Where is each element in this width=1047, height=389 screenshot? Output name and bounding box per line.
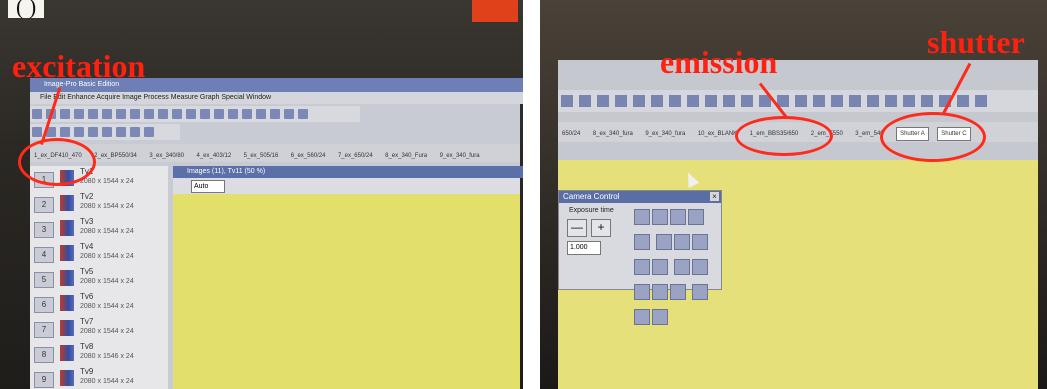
list-item[interactable]: 9 Tv9 2080 x 1544 x 24	[30, 366, 162, 389]
list-item[interactable]: 3 Tv3 2080 x 1544 x 24	[30, 216, 162, 242]
item-size: 2080 x 1544 x 24	[80, 303, 134, 310]
thumbnail	[60, 245, 74, 261]
emission-label: emission	[660, 44, 778, 80]
item-name: Tv2	[80, 192, 94, 201]
camera-control-buttons[interactable]	[633, 207, 717, 325]
item-number: 7	[34, 322, 54, 338]
zoom-select[interactable]: Auto	[191, 180, 225, 193]
item-size: 2080 x 1544 x 24	[80, 228, 134, 235]
tab-filter[interactable]: 6_ex_560/24	[287, 147, 330, 165]
exposure-input[interactable]: 1.000	[567, 241, 601, 255]
top-caption: ( )	[8, 0, 45, 18]
item-size: 2080 x 1544 x 24	[80, 328, 134, 335]
list-item[interactable]: 4 Tv4 2080 x 1544 x 24	[30, 241, 162, 267]
item-size: 2080 x 1544 x 24	[80, 278, 134, 285]
image-window[interactable]: Images (11), Tv11 (50 %) Auto	[173, 166, 523, 389]
shutter-label: shutter	[927, 24, 1025, 60]
list-item[interactable]: 7 Tv7 2080 x 1544 x 24	[30, 316, 162, 342]
item-number: 3	[34, 222, 54, 238]
red-marker	[472, 0, 518, 22]
thumbnail	[60, 295, 74, 311]
main-toolbar[interactable]	[30, 106, 360, 122]
item-number: 2	[34, 197, 54, 213]
camera-panel-title: Camera Control	[559, 191, 721, 203]
item-number: 8	[34, 347, 54, 363]
item-size: 2080 x 1544 x 24	[80, 178, 134, 185]
tab-filter[interactable]: 5_ex_505/16	[240, 147, 283, 165]
item-size: 2080 x 1544 x 24	[80, 253, 134, 260]
item-number: 6	[34, 297, 54, 313]
tab-filter[interactable]: 8_ex_340_Fura	[381, 147, 431, 165]
list-item[interactable]: 8 Tv8 2080 x 1546 x 24	[30, 341, 162, 367]
thumbnail	[60, 320, 74, 336]
tab-filter[interactable]: 4_ex_403/12	[192, 147, 235, 165]
tab-filter[interactable]: 8_ex_340_fura	[589, 125, 637, 143]
shutter-highlight-ellipse	[880, 112, 986, 162]
thumbnail	[60, 345, 74, 361]
left-monitor-photo: ( ) Image-Pro Basic Edition File Edit En…	[0, 0, 523, 389]
item-number: 4	[34, 247, 54, 263]
item-number: 5	[34, 272, 54, 288]
item-name: Tv8	[80, 342, 94, 351]
tab-filter[interactable]: 650/24	[558, 125, 584, 143]
tab-filter[interactable]: 9_ex_340_fura	[641, 125, 689, 143]
right-screen: 650/24 8_ex_340_fura 9_ex_340_fura 10_ex…	[558, 60, 1038, 389]
item-name: Tv4	[80, 242, 94, 251]
thumbnail	[60, 220, 74, 236]
image-window-title: Images (11), Tv11 (50 %)	[173, 166, 523, 178]
item-number: 9	[34, 372, 54, 388]
image-list-sidebar[interactable]: 1 Tv1 2080 x 1544 x 24 2 Tv2 2080 x 1544…	[30, 166, 168, 389]
tab-filter[interactable]: 3_ex_340/80	[145, 147, 188, 165]
tab-filter[interactable]: 9_ex_340_fura	[436, 147, 484, 165]
exposure-increase-button[interactable]: +	[591, 219, 611, 237]
exposure-decrease-button[interactable]: —	[567, 219, 587, 237]
tab-filter[interactable]: 2_ex_BP550/34	[90, 147, 141, 165]
image-window-toolbar[interactable]: Auto	[173, 178, 520, 194]
item-name: Tv9	[80, 367, 94, 376]
item-size: 2080 x 1544 x 24	[80, 203, 134, 210]
item-name: Tv3	[80, 217, 94, 226]
item-name: Tv6	[80, 292, 94, 301]
filter-tabs[interactable]: 1_ex_DF410_470 2_ex_BP550/34 3_ex_340/80…	[30, 144, 520, 162]
tab-filter[interactable]: 7_ex_650/24	[334, 147, 377, 165]
list-item[interactable]: 6 Tv6 2080 x 1544 x 24	[30, 291, 162, 317]
excitation-label: excitation	[12, 48, 146, 84]
thumbnail	[60, 370, 74, 386]
item-name: Tv5	[80, 267, 94, 276]
image-canvas[interactable]	[173, 194, 520, 389]
right-toolbar[interactable]	[558, 90, 1038, 112]
list-item[interactable]: 2 Tv2 2080 x 1544 x 24	[30, 191, 162, 217]
item-size: 2080 x 1544 x 24	[80, 378, 134, 385]
item-name: Tv7	[80, 317, 94, 326]
list-item[interactable]: 5 Tv5 2080 x 1544 x 24	[30, 266, 162, 292]
left-screen: Image-Pro Basic Edition File Edit Enhanc…	[30, 78, 523, 389]
camera-control-panel[interactable]: Camera Control × Exposure time — + 1.000	[558, 190, 722, 325]
close-icon[interactable]: ×	[710, 192, 719, 201]
emission-highlight-ellipse	[735, 116, 833, 156]
menu-bar[interactable]: File Edit Enhance Acquire Image Process …	[30, 92, 523, 104]
right-monitor-photo: 650/24 8_ex_340_fura 9_ex_340_fura 10_ex…	[540, 0, 1047, 389]
thumbnail	[60, 195, 74, 211]
excitation-highlight-ellipse	[18, 138, 96, 186]
thumbnail	[60, 270, 74, 286]
exposure-label: Exposure time	[569, 207, 614, 214]
item-size: 2080 x 1546 x 24	[80, 353, 134, 360]
